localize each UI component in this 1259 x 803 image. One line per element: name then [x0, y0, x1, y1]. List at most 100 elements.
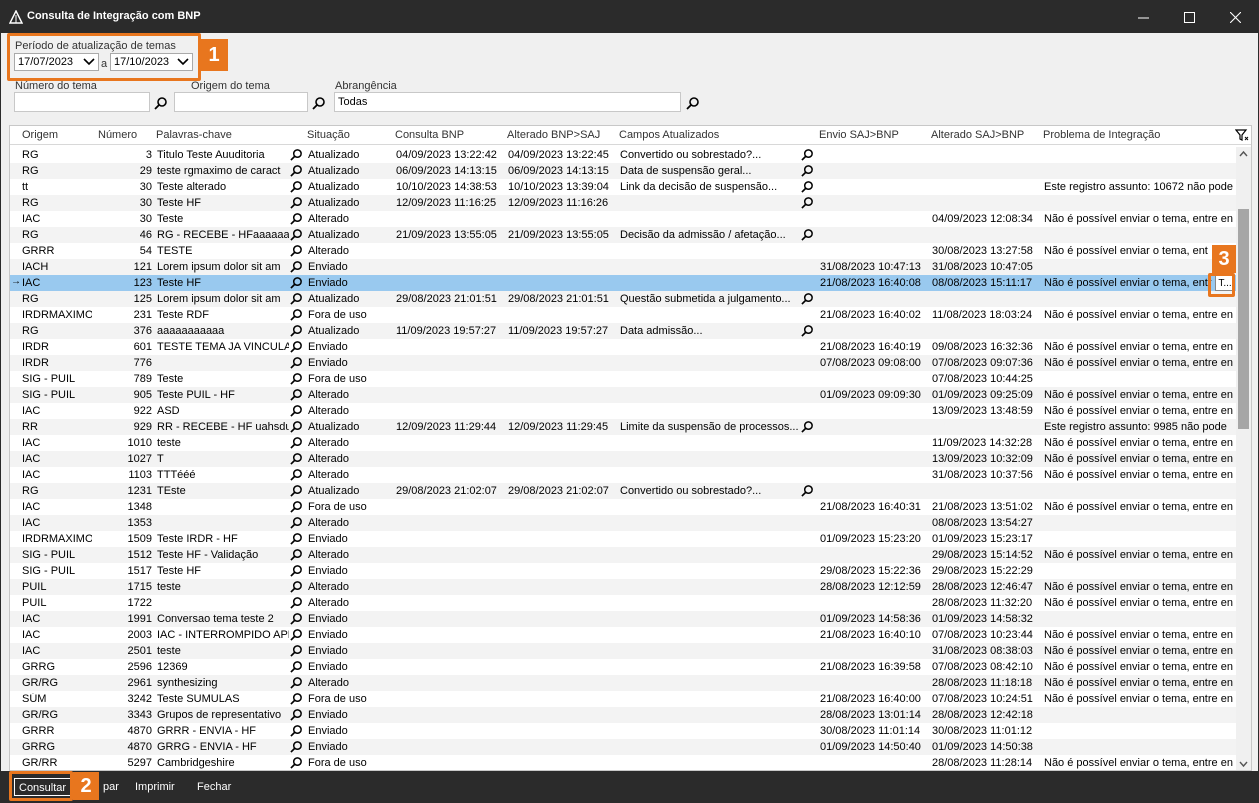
search-icon[interactable] [290, 484, 303, 497]
search-icon[interactable] [290, 356, 303, 369]
table-row[interactable]: IAC 1991 Conversao tema teste 2 Enviado 01/0… [10, 611, 1236, 627]
search-icon[interactable] [290, 244, 303, 257]
search-icon[interactable] [801, 324, 814, 337]
col-origem[interactable]: Origem [22, 129, 58, 141]
table-row[interactable]: IAC 1027 T Alterado 13/09/2023 10:32:09 Não é… [10, 451, 1236, 467]
search-icon[interactable] [290, 660, 303, 673]
search-icon[interactable] [801, 164, 814, 177]
search-icon[interactable] [290, 388, 303, 401]
search-icon[interactable] [290, 228, 303, 241]
table-row[interactable]: IACH 121 Lorem ipsum dolor sit am Enviado 31… [10, 259, 1236, 275]
table-row[interactable]: RG 29 teste rgmaximo de caract Atualizado 06… [10, 163, 1236, 179]
search-icon[interactable] [290, 404, 303, 417]
search-icon[interactable] [290, 580, 303, 593]
table-row[interactable]: IAC 1348 Fora de uso 21/08/2023 16:40:31 21/… [10, 499, 1236, 515]
table-row[interactable]: GR/RG 2961 synthesizing Alterado 28/08/2023 … [10, 675, 1236, 691]
minimize-button[interactable] [1120, 1, 1166, 33]
search-icon[interactable] [290, 340, 303, 353]
col-alterado-saj-bnp[interactable]: Alterado SAJ>BNP [931, 129, 1024, 141]
search-icon[interactable] [290, 644, 303, 657]
search-icon[interactable] [290, 260, 303, 273]
col-alterado-bnp-saj[interactable]: Alterado BNP>SAJ [507, 129, 600, 141]
search-icon[interactable] [290, 452, 303, 465]
col-numero[interactable]: Número [98, 129, 137, 141]
close-button[interactable] [1212, 1, 1258, 33]
table-row[interactable]: RG 125 Lorem ipsum dolor sit am Atualizado 2… [10, 291, 1236, 307]
limpar-button[interactable]: par [99, 778, 123, 796]
table-row[interactable]: RG 1231 TEste Atualizado 29/08/2023 21:02:07… [10, 483, 1236, 499]
search-icon[interactable] [290, 372, 303, 385]
search-icon[interactable] [290, 164, 303, 177]
table-row[interactable]: IRDR 776 Enviado 07/08/2023 09:08:00 07/08/2… [10, 355, 1236, 371]
search-icon[interactable] [801, 292, 814, 305]
search-icon[interactable] [290, 596, 303, 609]
col-consulta-bnp[interactable]: Consulta BNP [395, 129, 464, 141]
table-row[interactable]: GR/RR 5297 Cambridgeshire Fora de uso 28/08/… [10, 755, 1236, 770]
fechar-button[interactable]: Fechar [193, 778, 235, 796]
table-row[interactable]: RG 376 aaaaaaaaaaa Atualizado 11/09/2023 19:… [10, 323, 1236, 339]
search-icon[interactable] [290, 436, 303, 449]
search-icon[interactable] [290, 516, 303, 529]
search-icon[interactable] [801, 420, 814, 433]
search-icon[interactable] [290, 692, 303, 705]
table-row[interactable]: SIG - PUIL 1517 Teste HF Enviado 29/08/2023 … [10, 563, 1236, 579]
search-icon[interactable] [290, 148, 303, 161]
search-icon[interactable] [801, 196, 814, 209]
abrangencia-input[interactable]: Todas [334, 92, 681, 112]
col-situacao[interactable]: Situação [307, 129, 350, 141]
table-row[interactable]: GRRR 4870 GRRR - ENVIA - HF Enviado 30/08/20… [10, 723, 1236, 739]
table-row[interactable]: IRDRMAXIMO 1509 Teste IRDR - HF Enviado 01/0… [10, 531, 1236, 547]
search-icon[interactable] [290, 628, 303, 641]
search-icon[interactable] [290, 724, 303, 737]
imprimir-button[interactable]: Imprimir [131, 778, 179, 796]
table-row[interactable]: PUIL 1722 Alterado 28/08/2023 11:32:20 Não é… [10, 595, 1236, 611]
table-row[interactable]: GRRR 54 TESTE Alterado 30/08/2023 13:27:58 Nã… [10, 243, 1236, 259]
search-icon[interactable] [801, 228, 814, 241]
search-icon[interactable] [290, 500, 303, 513]
table-row[interactable]: IRDRMAXIMO 231 Teste RDF Fora de uso 21/08/2… [10, 307, 1236, 323]
search-icon[interactable] [290, 308, 303, 321]
table-row[interactable]: RG 30 Teste HF Atualizado 12/09/2023 11:16:2… [10, 195, 1236, 211]
search-icon[interactable] [290, 180, 303, 193]
search-icon[interactable] [801, 180, 814, 193]
table-row[interactable]: IAC 1010 teste Alterado 11/09/2023 14:32:28 N… [10, 435, 1236, 451]
table-row[interactable]: GRRG 2596 12369 Enviado 21/08/2023 16:39:58 0… [10, 659, 1236, 675]
table-row[interactable]: RG 46 RG - RECEBE - HFaaaaaaa Atualizado 21/… [10, 227, 1236, 243]
col-problema-integracao[interactable]: Problema de Integração [1043, 129, 1160, 141]
table-row[interactable]: GR/RG 3343 Grupos de representativo Enviado… [10, 707, 1236, 723]
search-icon[interactable] [801, 148, 814, 161]
search-icon[interactable] [290, 468, 303, 481]
search-icon[interactable] [154, 96, 168, 110]
search-icon[interactable] [290, 612, 303, 625]
table-row[interactable]: RR 929 RR - RECEBE - HF uahsdus Atualizado 1… [10, 419, 1236, 435]
origem-input[interactable] [174, 92, 308, 112]
table-row[interactable]: IAC 2003 IAC - INTERROMPIDO APE Enviado 21/0… [10, 627, 1236, 643]
table-row[interactable]: SIG - PUIL 789 Teste Fora de uso 07/08/2023 … [10, 371, 1236, 387]
search-icon[interactable] [290, 756, 303, 769]
search-icon[interactable] [801, 484, 814, 497]
search-icon[interactable] [290, 324, 303, 337]
table-row[interactable]: PUIL 1715 teste Alterado 28/08/2023 12:12:59… [10, 579, 1236, 595]
table-row[interactable]: IAC 30 Teste Alterado 04/09/2023 12:08:34 Não… [10, 211, 1236, 227]
search-icon[interactable] [290, 676, 303, 689]
search-icon[interactable] [312, 96, 326, 110]
search-icon[interactable] [290, 196, 303, 209]
table-row[interactable]: IRDR 601 TESTE TEMA JA VINCULAD Enviado 21/0… [10, 339, 1236, 355]
scrollbar-thumb[interactable] [1238, 209, 1249, 429]
scroll-down-icon[interactable] [1238, 759, 1249, 769]
search-icon[interactable] [290, 212, 303, 225]
search-icon[interactable] [290, 420, 303, 433]
table-row[interactable]: IAC 922 ASD Alterado 13/09/2023 13:48:59 Não … [10, 403, 1236, 419]
table-row[interactable]: GRRG 4870 GRRG - ENVIA - HF Enviado 01/09/20… [10, 739, 1236, 755]
table-row[interactable]: SIG - PUIL 1512 Teste HF - Validação Altera… [10, 547, 1236, 563]
col-envio-saj-bnp[interactable]: Envio SAJ>BNP [819, 129, 899, 141]
search-icon[interactable] [290, 276, 303, 289]
table-row[interactable]: IAC 1353 Alterado 08/08/2023 13:54:27 [10, 515, 1236, 531]
table-row[interactable]: IAC 2501 teste Enviado 31/08/2023 08:38:03 Nã… [10, 643, 1236, 659]
table-row[interactable]: IAC 1103 TTTééé Alterado 31/08/2023 10:37:56… [10, 467, 1236, 483]
col-campos-atualizados[interactable]: Campos Atualizados [619, 129, 719, 141]
search-icon[interactable] [290, 532, 303, 545]
table-row[interactable]: SIG - PUIL 905 Teste PUIL - HF Alterado 01/0… [10, 387, 1236, 403]
maximize-button[interactable] [1166, 1, 1212, 33]
vertical-scrollbar[interactable] [1236, 147, 1251, 770]
